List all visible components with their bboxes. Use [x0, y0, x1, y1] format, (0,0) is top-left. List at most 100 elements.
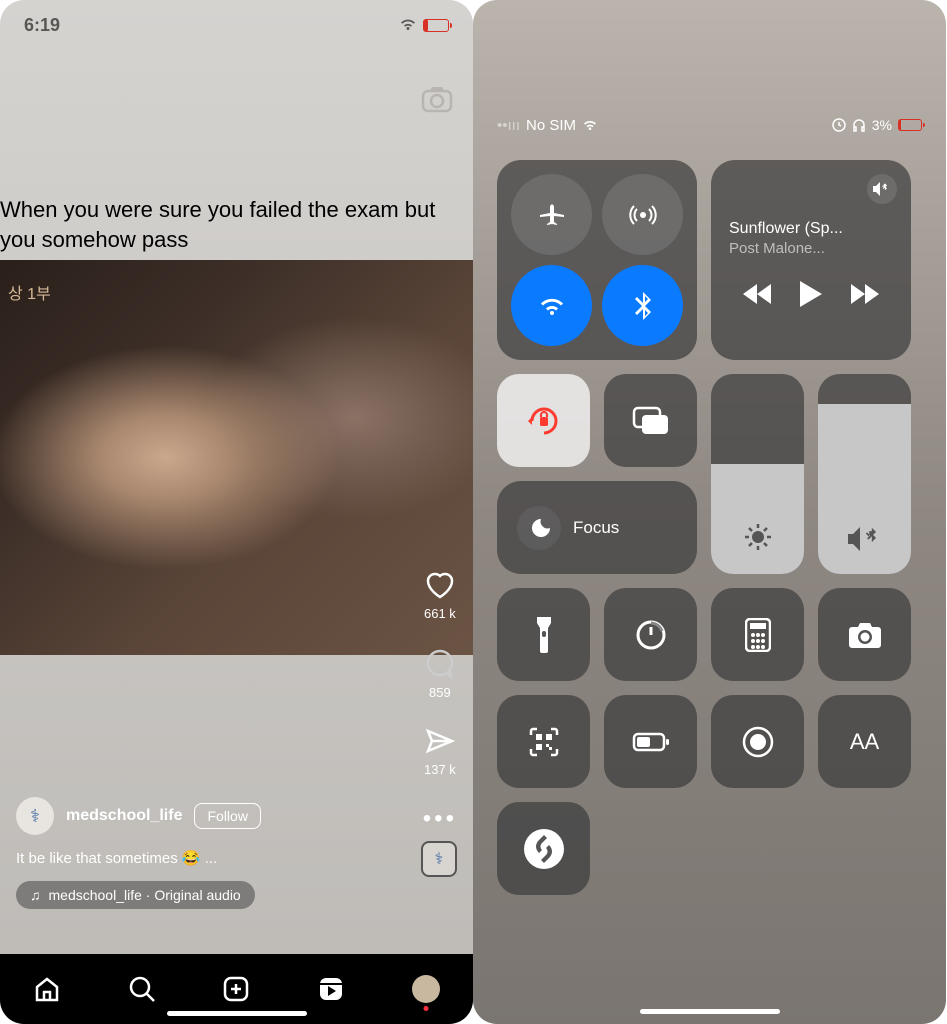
screen-record-tile[interactable]	[711, 695, 804, 788]
comment-button[interactable]: 859	[425, 649, 455, 700]
camera-tile[interactable]	[818, 588, 911, 681]
orientation-lock-tile[interactable]	[497, 374, 590, 467]
airplane-mode-button[interactable]	[511, 174, 592, 255]
status-right	[399, 18, 449, 32]
audio-label: medschool_life · Original audio	[49, 887, 241, 903]
profile-avatar-icon	[412, 975, 440, 1003]
record-icon	[742, 726, 774, 758]
battery-percent: 3%	[872, 117, 892, 133]
calculator-tile[interactable]	[711, 588, 804, 681]
headphones-icon	[852, 118, 866, 132]
volume-slider[interactable]	[818, 374, 911, 574]
control-center-grid: Sunflower (Sp... Post Malone...	[497, 160, 922, 909]
video-player[interactable]: 상 1부	[0, 260, 473, 655]
follow-button[interactable]: Follow	[194, 803, 260, 829]
plus-square-icon	[222, 975, 250, 1003]
more-button[interactable]: •••	[423, 805, 457, 833]
cc-status-left: ••ııı No SIM	[497, 117, 598, 134]
shazam-tile[interactable]	[497, 802, 590, 895]
wifi-icon	[399, 18, 417, 32]
prev-track-button[interactable]	[743, 284, 771, 304]
like-button[interactable]: 661 k	[424, 570, 456, 621]
carrier-label: No SIM	[526, 117, 576, 134]
username[interactable]: medschool_life	[66, 807, 182, 825]
share-button[interactable]: 137 k	[424, 728, 456, 777]
reel-actions: 661 k 859 137 k •••	[423, 570, 457, 833]
screen-mirroring-icon	[632, 406, 670, 436]
audio-thumbnail[interactable]: ⚕	[421, 841, 457, 877]
notification-dot	[423, 1006, 428, 1011]
music-artist: Post Malone...	[729, 240, 893, 257]
timer-tile[interactable]	[604, 588, 697, 681]
camera-icon	[848, 621, 882, 649]
status-bar: 6:19	[0, 0, 473, 50]
cellular-signal-icon: ••ııı	[497, 117, 520, 134]
camera-icon[interactable]	[421, 85, 453, 113]
cc-status-right: 3%	[832, 117, 922, 133]
timer-icon	[635, 619, 667, 651]
search-tab[interactable]	[122, 969, 162, 1009]
shazam-icon	[523, 828, 565, 870]
cc-status-bar: ••ııı No SIM 3%	[473, 100, 946, 150]
text-size-icon: AA	[850, 729, 879, 755]
low-power-tile[interactable]	[604, 695, 697, 788]
share-icon	[425, 728, 455, 756]
flashlight-icon	[535, 617, 553, 653]
meme-caption: When you were sure you failed the exam b…	[0, 195, 463, 254]
wifi-icon	[582, 119, 598, 131]
battery-icon	[423, 19, 449, 32]
battery-icon	[898, 119, 922, 131]
text-size-tile[interactable]: AA	[818, 695, 911, 788]
search-icon	[128, 975, 156, 1003]
reels-tab[interactable]	[311, 969, 351, 1009]
volume-bt-icon	[848, 526, 882, 552]
like-count: 661 k	[424, 606, 456, 621]
user-avatar[interactable]: ⚕	[16, 797, 54, 835]
flashlight-tile[interactable]	[497, 588, 590, 681]
calculator-icon	[745, 618, 771, 652]
create-tab[interactable]	[216, 969, 256, 1009]
music-note-icon: ♫	[30, 887, 41, 903]
qr-scanner-tile[interactable]	[497, 695, 590, 788]
audio-output-button[interactable]	[867, 174, 897, 204]
cellular-data-button[interactable]	[602, 174, 683, 255]
wifi-button[interactable]	[511, 265, 592, 346]
reel-meta: ⚕ medschool_life Follow It be like that …	[16, 797, 393, 909]
qr-icon	[529, 727, 559, 757]
home-indicator[interactable]	[167, 1011, 307, 1016]
audio-chip[interactable]: ♫ medschool_life · Original audio	[16, 881, 255, 909]
airplane-icon	[538, 201, 566, 229]
play-button[interactable]	[800, 281, 822, 307]
brightness-slider[interactable]	[711, 374, 804, 574]
music-panel[interactable]: Sunflower (Sp... Post Malone...	[711, 160, 911, 360]
bluetooth-icon	[634, 292, 652, 320]
caption-text: It be like that sometimes 😂 ...	[16, 849, 393, 867]
comment-icon	[425, 649, 455, 679]
heart-icon	[424, 570, 456, 600]
focus-label: Focus	[573, 518, 619, 538]
home-tab[interactable]	[27, 969, 67, 1009]
battery-icon	[632, 732, 670, 752]
antenna-icon	[629, 201, 657, 229]
brightness-icon	[743, 522, 773, 552]
music-controls	[729, 281, 893, 307]
share-count: 137 k	[424, 762, 456, 777]
speaker-bt-icon	[873, 182, 891, 196]
profile-tab[interactable]	[406, 969, 446, 1009]
focus-icon-circle	[517, 506, 561, 550]
connectivity-panel[interactable]	[497, 160, 697, 360]
reels-icon	[317, 975, 345, 1003]
next-track-button[interactable]	[851, 284, 879, 304]
home-icon	[33, 975, 61, 1003]
moon-icon	[528, 517, 550, 539]
bluetooth-button[interactable]	[602, 265, 683, 346]
home-indicator[interactable]	[640, 1009, 780, 1014]
focus-tile[interactable]: Focus	[497, 481, 697, 574]
orientation-lock-icon	[526, 403, 562, 439]
control-center-screen: ••ııı No SIM 3%	[473, 0, 946, 1024]
music-title: Sunflower (Sp...	[729, 220, 893, 238]
orientation-lock-icon	[832, 118, 846, 132]
instagram-reel-screen: 6:19 When you were sure you failed the e…	[0, 0, 473, 1024]
video-overlay-label: 상 1부	[8, 280, 51, 304]
screen-mirroring-tile[interactable]	[604, 374, 697, 467]
